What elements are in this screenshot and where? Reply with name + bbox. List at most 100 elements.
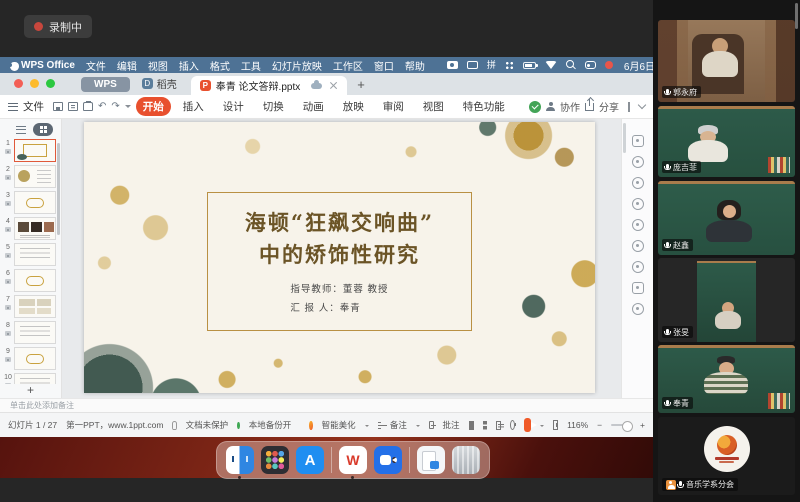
beautify-icon[interactable] (632, 219, 644, 231)
quickbar-dropdown-icon[interactable] (125, 105, 131, 111)
history-icon[interactable] (632, 261, 644, 273)
tab-docer[interactable]: D 稻壳 (142, 76, 177, 91)
zoom-window-button[interactable] (46, 79, 55, 88)
meeting-scrollbar[interactable] (795, 3, 798, 29)
beautify-button[interactable]: 智能美化 (322, 419, 356, 431)
title-frame[interactable]: 海顿“狂飙交响曲” 中的矫饰性研究 指导教师：董蓉 教授 汇 报 人：奉青 (207, 192, 473, 330)
slide-thumbnail-6[interactable] (14, 269, 56, 292)
notes-button[interactable]: 备注 (390, 419, 407, 431)
slide-thumbnail-9[interactable] (14, 347, 56, 370)
shapes-icon[interactable] (632, 156, 644, 168)
ribbon-tab-slideshow[interactable]: 放映 (336, 97, 371, 116)
participant-video-3[interactable]: 赵鑫 (658, 181, 795, 255)
notes-dropdown-icon[interactable] (416, 425, 420, 429)
share-button[interactable]: 分享 (599, 99, 619, 114)
slide-thumbnail-7[interactable] (14, 295, 56, 318)
menu-edit[interactable]: 编辑 (117, 58, 137, 73)
animation-indicator-icon[interactable] (5, 227, 11, 232)
ribbon-tab-animation[interactable]: 动画 (296, 97, 331, 116)
fit-window-icon[interactable] (553, 420, 558, 430)
properties-icon[interactable] (632, 135, 644, 147)
participant-video-1[interactable]: 郭永府 (658, 20, 795, 102)
zoom-out-button[interactable]: − (597, 420, 602, 430)
animation-indicator-icon[interactable] (5, 175, 11, 180)
slide-thumbnail-3[interactable] (14, 191, 56, 214)
ribbon-tab-view[interactable]: 视图 (416, 97, 451, 116)
menu-file[interactable]: 文件 (86, 58, 106, 73)
beautify-dropdown-icon[interactable] (365, 425, 369, 429)
zoom-level[interactable]: 116% (567, 420, 588, 430)
menu-help[interactable]: 帮助 (405, 58, 425, 73)
menu-workspace[interactable]: 工作区 (333, 58, 363, 73)
participant-video-2[interactable]: 庞吉菲 (658, 106, 795, 177)
print-icon[interactable] (83, 102, 93, 111)
app-store-icon[interactable]: A (296, 446, 324, 474)
animation-indicator-icon[interactable] (5, 331, 11, 336)
menu-insert[interactable]: 插入 (179, 58, 199, 73)
input-method-icon[interactable]: 拼 (487, 60, 496, 70)
launchpad-icon[interactable] (261, 446, 289, 474)
wps-home-button[interactable]: WPS (81, 77, 130, 92)
control-center-icon[interactable] (585, 61, 596, 69)
collaborate-button[interactable]: 协作 (560, 99, 580, 114)
thumbnail-scrollbar[interactable] (57, 143, 60, 235)
play-dropdown-icon[interactable] (540, 425, 544, 429)
sync-status-icon[interactable] (529, 101, 541, 113)
menu-window[interactable]: 窗口 (374, 58, 394, 73)
zoom-slider[interactable] (611, 424, 631, 426)
screen-record-status-icon[interactable] (605, 61, 613, 69)
rehearse-timer-icon[interactable] (510, 420, 515, 430)
documents-dock-icon[interactable] (417, 446, 445, 474)
ribbon-file-menu[interactable]: 文件 (23, 99, 44, 114)
animation-indicator-icon[interactable] (5, 253, 11, 258)
redo-icon[interactable] (111, 102, 119, 112)
cloud-sync-icon[interactable] (311, 83, 322, 89)
close-window-button[interactable] (14, 79, 23, 88)
save-icon[interactable] (53, 102, 63, 111)
normal-view-icon[interactable] (469, 421, 474, 430)
canvas-scrollbar[interactable] (623, 123, 626, 153)
camera-icon[interactable] (632, 198, 644, 210)
undo-icon[interactable] (98, 102, 106, 112)
minimize-window-button[interactable] (30, 79, 39, 88)
slide-thumbnail-8[interactable] (14, 321, 56, 344)
slide-thumbnail-2[interactable] (14, 165, 56, 188)
animation-indicator-icon[interactable] (5, 357, 11, 362)
collapse-ribbon-icon[interactable] (638, 101, 646, 109)
add-slide-button[interactable]: + (0, 384, 61, 398)
outline-view-icon[interactable] (16, 126, 26, 134)
display-icon[interactable] (467, 61, 478, 69)
meeting-app-dock-icon[interactable] (374, 446, 402, 474)
slide-thumbnail-1[interactable] (14, 139, 56, 162)
notes-bar[interactable]: 单击此处添加备注 (0, 398, 653, 412)
export-icon[interactable] (68, 102, 78, 111)
animation-indicator-icon[interactable] (5, 149, 11, 154)
trash-icon[interactable] (452, 446, 480, 474)
slide-sorter-view-icon[interactable] (483, 421, 487, 430)
tab-document[interactable]: P 奉青 论文答辩.pptx (191, 76, 347, 95)
ribbon-tab-review[interactable]: 审阅 (376, 97, 411, 116)
clipboard-icon[interactable] (632, 282, 644, 294)
ribbon-tab-design[interactable]: 设计 (216, 97, 251, 116)
resources-icon[interactable] (632, 240, 644, 252)
participant-video-5[interactable]: 奉青 (658, 345, 795, 413)
current-slide[interactable]: 海顿“狂飙交响曲” 中的矫饰性研究 指导教师：董蓉 教授 汇 报 人：奉青 (84, 122, 595, 393)
menubar-app-name[interactable]: WPS Office (21, 60, 75, 71)
protection-status[interactable]: 文档未保护 (186, 419, 229, 431)
screen-mirroring-icon[interactable] (447, 61, 458, 69)
keyboard-icon[interactable] (505, 61, 514, 70)
search-icon[interactable] (566, 60, 576, 70)
zoom-in-button[interactable]: + (640, 420, 645, 430)
slide-thumbnail-4[interactable] (14, 217, 56, 240)
menu-format[interactable]: 格式 (210, 58, 230, 73)
menu-tools[interactable]: 工具 (241, 58, 261, 73)
new-tab-button[interactable]: + (357, 78, 365, 92)
wps-office-dock-icon[interactable]: W (339, 446, 367, 474)
close-tab-icon[interactable] (329, 81, 338, 90)
reading-view-icon[interactable] (496, 421, 501, 430)
ribbon-tab-transitions[interactable]: 切换 (256, 97, 291, 116)
animation-indicator-icon[interactable] (5, 201, 11, 206)
participant-video-6[interactable]: 音乐学系分会 (658, 417, 795, 495)
animation-indicator-icon[interactable] (5, 279, 11, 284)
menu-view[interactable]: 视图 (148, 58, 168, 73)
